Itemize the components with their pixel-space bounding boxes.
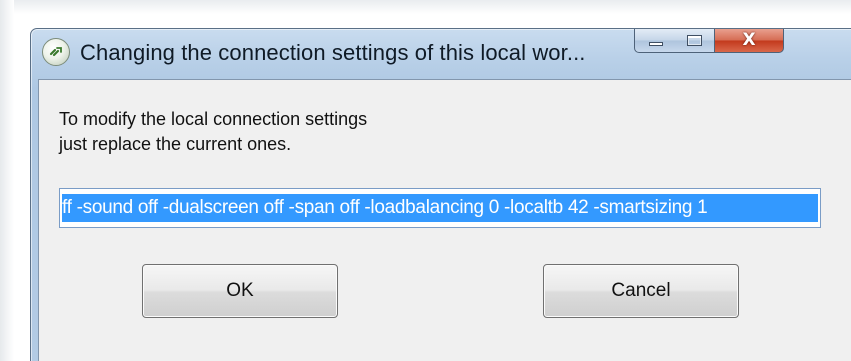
- background-shadow-top: [0, 0, 851, 14]
- window-title: Changing the connection settings of this…: [80, 40, 586, 65]
- instruction-text: To modify the local connection settings …: [59, 107, 367, 157]
- dialog-window: Changing the connection settings of this…: [30, 28, 851, 361]
- cancel-button[interactable]: Cancel: [543, 264, 739, 318]
- selected-settings-text[interactable]: ff -sound off -dualscreen off -span off …: [62, 194, 818, 222]
- minimize-icon: [649, 42, 663, 46]
- maximize-button[interactable]: [675, 29, 715, 53]
- title-bar[interactable]: Changing the connection settings of this…: [31, 29, 851, 79]
- connection-settings-input[interactable]: ff -sound off -dualscreen off -span off …: [59, 188, 821, 228]
- ok-button[interactable]: OK: [142, 264, 338, 318]
- background-shadow-left: [0, 0, 14, 361]
- maximize-icon: [687, 35, 702, 46]
- close-icon: X: [742, 30, 756, 50]
- close-button[interactable]: X: [714, 29, 784, 53]
- minimize-button[interactable]: [634, 29, 676, 53]
- dialog-client-area: To modify the local connection settings …: [38, 79, 851, 361]
- remote-connection-icon[interactable]: [42, 38, 70, 66]
- instruction-line-2: just replace the current ones.: [59, 134, 292, 154]
- instruction-line-1: To modify the local connection settings: [59, 109, 368, 129]
- screenshot-canvas: Changing the connection settings of this…: [0, 0, 851, 361]
